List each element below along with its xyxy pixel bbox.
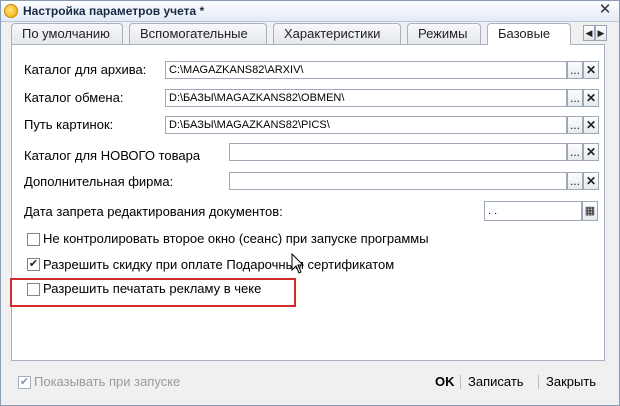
title-bar[interactable]: Настройка параметров учета * ✕ xyxy=(1,1,619,22)
new-goods-dir-clear-icon[interactable]: ✕ xyxy=(583,143,599,161)
second-window-label: Не контролировать второе окно (сеанс) пр… xyxy=(43,231,429,246)
new-goods-dir-label: Каталог для НОВОГО товара xyxy=(24,148,201,163)
save-button[interactable]: Записать xyxy=(468,374,524,389)
tab-strip: По умолчанию Вспомогательные Характерист… xyxy=(11,23,611,45)
exchange-dir-input[interactable]: D:\БАЗЫ\MAGAZKANS82\OBMEN\ xyxy=(165,89,567,107)
calendar-icon[interactable]: ▦ xyxy=(582,201,598,221)
exchange-dir-clear-icon[interactable]: ✕ xyxy=(583,89,599,107)
exchange-dir-select-button[interactable]: ... xyxy=(567,89,583,107)
tab-scroll-right-icon[interactable]: ▶ xyxy=(595,25,607,41)
archive-dir-input[interactable]: C:\MAGAZKANS82\ARXIV\ xyxy=(165,61,567,79)
archive-dir-clear-icon[interactable]: ✕ xyxy=(583,61,599,79)
footer-separator xyxy=(460,375,461,389)
app-icon xyxy=(4,4,18,18)
close-window-button[interactable]: ✕ xyxy=(597,2,613,18)
footer-separator xyxy=(538,375,539,389)
second-window-checkbox[interactable] xyxy=(27,233,40,246)
new-goods-dir-select-button[interactable]: ... xyxy=(567,143,583,161)
new-goods-dir-input[interactable] xyxy=(229,143,567,161)
edit-ban-date-input[interactable]: . . xyxy=(484,201,582,221)
exchange-dir-label: Каталог обмена: xyxy=(24,90,124,105)
extra-firm-select-button[interactable]: ... xyxy=(567,172,583,190)
extra-firm-clear-icon[interactable]: ✕ xyxy=(583,172,599,190)
extra-firm-label: Дополнительная фирма: xyxy=(24,174,174,189)
tab-auxiliary[interactable]: Вспомогательные xyxy=(129,23,267,44)
archive-dir-label: Каталог для архива: xyxy=(24,62,147,77)
archive-dir-select-button[interactable]: ... xyxy=(567,61,583,79)
ok-button[interactable]: OK xyxy=(435,374,455,389)
close-button[interactable]: Закрыть xyxy=(546,374,596,389)
mouse-cursor-icon xyxy=(291,253,305,274)
window-title: Настройка параметров учета * xyxy=(23,4,205,18)
tab-scroll-left-icon[interactable]: ◀ xyxy=(583,25,595,41)
highlight-frame xyxy=(10,278,296,307)
pictures-path-select-button[interactable]: ... xyxy=(567,116,583,134)
show-on-start-label: Показывать при запуске xyxy=(34,374,181,389)
extra-firm-input[interactable] xyxy=(229,172,567,190)
tab-basic[interactable]: Базовые xyxy=(487,23,571,45)
basic-settings-panel: Каталог для архива: C:\MAGAZKANS82\ARXIV… xyxy=(11,44,605,361)
pictures-path-clear-icon[interactable]: ✕ xyxy=(583,116,599,134)
edit-ban-date-label: Дата запрета редактирования документов: xyxy=(24,204,283,219)
gift-discount-label: Разрешить скидку при оплате Подарочным с… xyxy=(43,257,395,272)
show-on-start-checkbox[interactable]: ✔ xyxy=(18,376,31,389)
tab-default[interactable]: По умолчанию xyxy=(11,23,123,44)
pictures-path-input[interactable]: D:\БАЗЫ\MAGAZKANS82\PICS\ xyxy=(165,116,567,134)
tab-characteristics[interactable]: Характеристики xyxy=(273,23,401,44)
gift-discount-checkbox[interactable]: ✔ xyxy=(27,258,40,271)
pictures-path-label: Путь картинок: xyxy=(24,117,114,132)
tab-modes[interactable]: Режимы xyxy=(407,23,481,44)
settings-window: Настройка параметров учета * ✕ По умолча… xyxy=(0,0,620,406)
